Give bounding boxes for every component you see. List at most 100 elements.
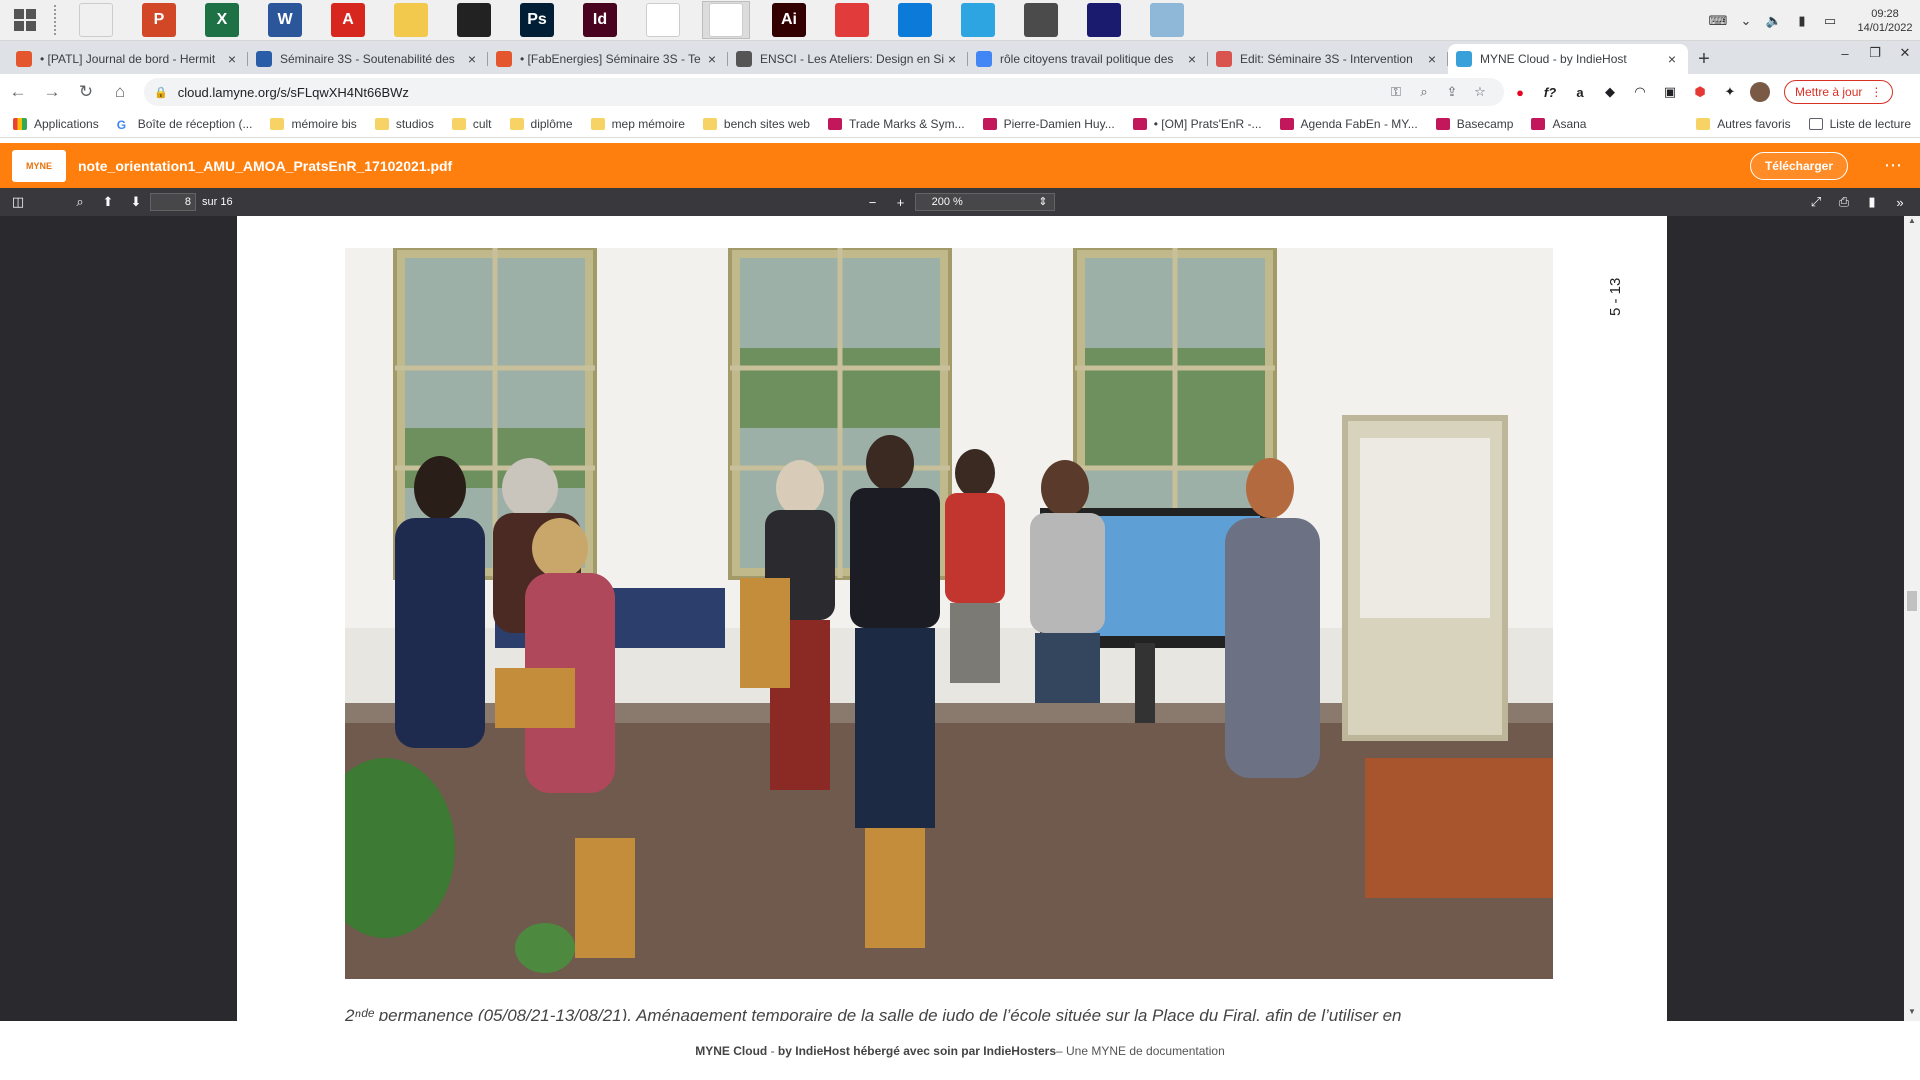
fullscreen-icon[interactable]: ⤢ — [1802, 190, 1830, 214]
taskbar-app-chat[interactable] — [828, 1, 876, 39]
close-tab-icon[interactable]: × — [704, 51, 720, 67]
bookmark-item[interactable]: Agenda FabEn - MY... — [1271, 117, 1427, 131]
volume-icon[interactable]: 🔈 — [1763, 10, 1785, 32]
avatar[interactable] — [1746, 78, 1774, 106]
bookmark-item[interactable]: studios — [366, 117, 443, 131]
puzzle-extension-icon[interactable]: ▣ — [1656, 78, 1684, 106]
keyboard-icon[interactable]: ⌨ — [1707, 10, 1729, 32]
taskbar-app-illustrator[interactable]: Ai — [765, 1, 813, 39]
more-options-icon[interactable]: ⋯ — [1884, 155, 1902, 176]
next-page-icon[interactable]: ⬇ — [122, 190, 150, 214]
bookmark-item[interactable]: Pierre-Damien Huy... — [974, 117, 1124, 131]
previous-page-icon[interactable]: ⬆ — [94, 190, 122, 214]
search-icon[interactable]: ⌕ — [66, 190, 94, 214]
restore-icon[interactable]: ❐ — [1860, 41, 1890, 65]
taskbar-app-powerpoint[interactable]: P — [135, 1, 183, 39]
close-window-icon[interactable]: ✕ — [1890, 41, 1920, 65]
clock[interactable]: 09:28 14/01/2022 — [1850, 7, 1920, 35]
close-tab-icon[interactable]: × — [1424, 51, 1440, 67]
taskbar-app-indesign[interactable]: Id — [576, 1, 624, 39]
back-icon[interactable]: ← — [2, 76, 34, 108]
font-extension-icon[interactable]: f? — [1536, 78, 1564, 106]
battery-icon[interactable]: ▭ — [1819, 10, 1841, 32]
bookmark-icon[interactable]: ▮ — [1858, 190, 1886, 214]
browser-tab[interactable]: rôle citoyens travail politique des × — [968, 44, 1208, 74]
bookmark-other-favorites[interactable]: Autres favoris — [1687, 117, 1799, 131]
taskbar-app-audacity[interactable] — [1080, 1, 1128, 39]
color-extension-icon[interactable]: ◠ — [1626, 78, 1654, 106]
forward-icon[interactable]: → — [36, 76, 68, 108]
bookmark-item[interactable]: cult — [443, 117, 501, 131]
download-button[interactable]: Télécharger — [1749, 151, 1848, 180]
taskbar-app-chrome[interactable] — [702, 1, 750, 39]
scroll-down-icon[interactable]: ▼ — [1904, 1007, 1920, 1021]
page-number-input[interactable]: 8 — [150, 193, 196, 211]
print-icon[interactable]: ⎙ — [1830, 190, 1858, 214]
home-icon[interactable]: ⌂ — [104, 76, 136, 108]
taskbar-app-telegram[interactable] — [954, 1, 1002, 39]
reload-icon[interactable]: ↻ — [70, 76, 102, 108]
close-tab-icon[interactable]: × — [224, 51, 240, 67]
close-tab-icon[interactable]: × — [944, 51, 960, 67]
pdf-viewer[interactable]: 5 - 13 2ⁿᵈᵉ permanence (05/08/21-13/08/2… — [0, 216, 1920, 1021]
taskbar-app-pdf[interactable] — [639, 1, 687, 39]
browser-tab[interactable]: MYNE Cloud - by IndieHost × — [1448, 44, 1688, 74]
tools-chevron-icon[interactable]: » — [1886, 190, 1914, 214]
zoom-out-icon[interactable]: − — [859, 190, 887, 214]
close-tab-icon[interactable]: × — [1664, 51, 1680, 67]
windows-start-button[interactable] — [0, 0, 50, 41]
bookmark-item[interactable]: G Boîte de réception (... — [108, 117, 262, 132]
key-icon[interactable]: ⚿ — [1382, 84, 1410, 100]
amazon-icon[interactable]: a — [1566, 78, 1594, 106]
extensions-menu-icon[interactable]: ✦ — [1716, 78, 1744, 106]
footer-by[interactable]: by IndieHost hébergé avec soin par Indie… — [778, 1044, 1056, 1058]
taskbar-app-inkscape[interactable] — [450, 1, 498, 39]
zoom-icon[interactable]: ⌕ — [1410, 84, 1438, 100]
footer-brand[interactable]: MYNE Cloud — [695, 1044, 767, 1058]
taskbar-app-acrobat[interactable]: A — [324, 1, 372, 39]
address-bar[interactable]: 🔒 cloud.lamyne.org/s/sFLqwXH4Nt66BWz ⚿ ⌕… — [144, 78, 1504, 106]
bookmark-item[interactable]: • [OM] Prats'EnR -... — [1124, 117, 1271, 131]
myne-logo[interactable]: MYNE — [12, 149, 66, 182]
browser-tab[interactable]: • [PATL] Journal de bord - Hermit × — [8, 44, 248, 74]
zoom-select[interactable]: 200 % ⇕ — [914, 193, 1055, 211]
taskbar-app-folder[interactable] — [387, 1, 435, 39]
bookmark-item[interactable]: mémoire bis — [261, 117, 365, 131]
taskbar-app-edge[interactable] — [891, 1, 939, 39]
network-icon[interactable]: ▮ — [1791, 10, 1813, 32]
taskbar-app-sublime[interactable] — [1017, 1, 1065, 39]
new-tab-button[interactable]: + — [1688, 44, 1720, 74]
sidebar-toggle-icon[interactable]: ◫ — [4, 190, 32, 214]
scrollbar[interactable]: ▲ ▼ — [1904, 216, 1920, 1021]
taskbar-app-notes[interactable] — [1143, 1, 1191, 39]
bookmark-item[interactable]: Basecamp — [1427, 117, 1523, 131]
extension-icon[interactable]: ◆ — [1596, 78, 1624, 106]
bookmark-item[interactable]: Applications — [4, 117, 108, 131]
browser-tab[interactable]: • [FabEnergies] Séminaire 3S - Te × — [488, 44, 728, 74]
bookmark-item[interactable]: Trade Marks & Sym... — [819, 117, 974, 131]
taskbar-app-file-explorer[interactable] — [72, 1, 120, 39]
taskbar-app-word[interactable]: W — [261, 1, 309, 39]
bookmark-item[interactable]: mep mémoire — [582, 117, 694, 131]
share-icon[interactable]: ⇪ — [1438, 84, 1466, 100]
zoom-in-icon[interactable]: + — [887, 190, 915, 214]
bookmark-item[interactable]: Asana — [1522, 117, 1595, 131]
browser-tab[interactable]: Séminaire 3S - Soutenabilité des × — [248, 44, 488, 74]
browser-tab[interactable]: ENSCI - Les Ateliers: Design en Si × — [728, 44, 968, 74]
bookmark-item[interactable]: diplôme — [501, 117, 582, 131]
star-icon[interactable]: ☆ — [1466, 84, 1494, 100]
bookmark-reading-list[interactable]: Liste de lecture — [1800, 117, 1920, 131]
taskbar-app-photoshop[interactable]: Ps — [513, 1, 561, 39]
taskbar-app-excel[interactable]: X — [198, 1, 246, 39]
close-tab-icon[interactable]: × — [464, 51, 480, 67]
browser-tab[interactable]: Edit: Séminaire 3S - Intervention × — [1208, 44, 1448, 74]
scroll-thumb[interactable] — [1907, 591, 1917, 611]
scroll-up-icon[interactable]: ▲ — [1904, 216, 1920, 230]
minimize-icon[interactable]: – — [1830, 41, 1860, 65]
close-tab-icon[interactable]: × — [1184, 51, 1200, 67]
adblock-icon[interactable]: ⬢ — [1686, 78, 1714, 106]
bookmark-item[interactable]: bench sites web — [694, 117, 819, 131]
chevron-down-icon[interactable]: ⌄ — [1735, 10, 1757, 32]
pinterest-icon[interactable]: ● — [1506, 78, 1534, 106]
update-button[interactable]: Mettre à jour ⋮ — [1784, 80, 1894, 104]
